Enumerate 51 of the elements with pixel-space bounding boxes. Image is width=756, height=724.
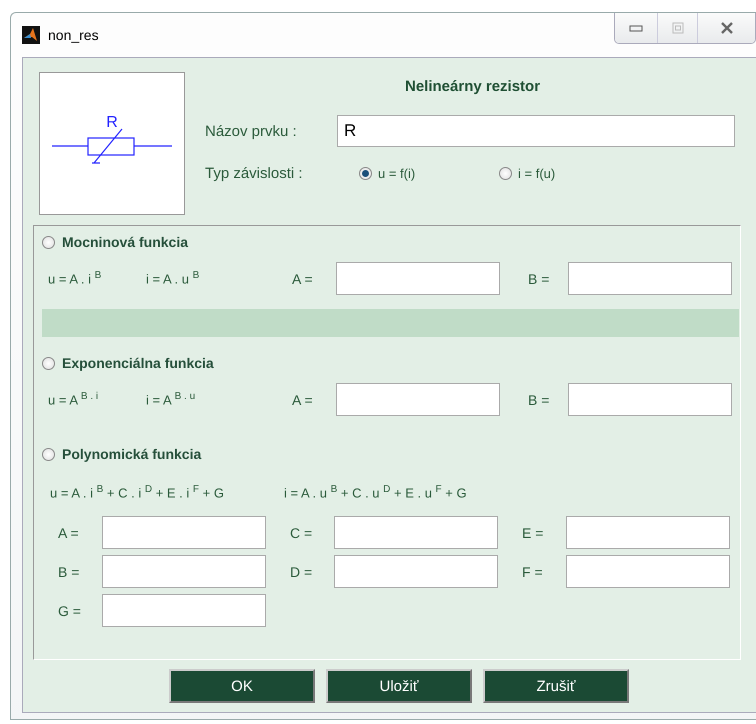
parameter-label: B = [57,564,80,580]
minimize-button[interactable] [615,13,657,43]
parameter-label: B = [528,392,550,408]
function-radio[interactable] [42,448,55,460]
dialog-button[interactable]: Zrušiť [483,669,629,703]
name-label: Názov prvku : [205,122,298,140]
parameter-field[interactable] [102,516,266,550]
formula: i = A $^{B . u}$ [146,391,196,408]
parameter-label: C = [289,524,314,541]
parameter-label: A = [57,524,80,541]
function-radio[interactable] [42,236,55,248]
minimize-icon [629,24,643,32]
app-icon [22,26,40,44]
dependency-radio[interactable]: i = f(u) [499,166,639,181]
parameter-field[interactable] [566,555,730,588]
function-radio[interactable] [42,356,55,370]
dialog-button[interactable]: OK [169,669,315,703]
parameter-label: B = [528,270,550,286]
parameter-field[interactable] [102,555,266,588]
resistor-diagram: R [39,72,185,215]
parameter-label: D = [289,564,314,580]
parameter-field[interactable] [334,516,498,550]
parameter-label: F = [521,564,544,580]
formula: u = A . i $^{B}$ [47,270,102,287]
parameter-label: A = [292,270,314,286]
function-title: Polynomická funkcia [62,446,202,462]
close-icon [718,22,734,34]
parameter-label: A = [292,392,314,408]
formula: i = A . u $^{B}$ + C . u $^{D}$ + E . u $^{F}$ + G [284,484,467,500]
parameter-field[interactable] [568,383,732,416]
formula: u = A . i $^{B}$ + C . i $^{D}$ + E . i $^{F}$ + G [50,484,224,500]
parameter-field[interactable] [568,262,732,295]
window-title: non_res [48,27,99,43]
formula: i = A . u $^{B}$ [146,270,200,287]
function-title: Mocninová funkcia [62,234,188,250]
dependency-radio[interactable]: u = f(i) [359,166,499,181]
formula: u = A $^{B . i}$ [47,391,100,408]
dependency-label: Typ závislosti : [205,165,304,182]
dialog-heading: Nelineárny rezistor [405,78,540,95]
parameter-label: G = [57,602,82,619]
close-button[interactable] [697,13,755,43]
maximize-icon [672,22,684,34]
dialog-button[interactable]: Uložiť [326,669,472,703]
parameter-label: E = [521,524,544,541]
parameter-field[interactable] [336,383,500,416]
function-title: Exponenciálna funkcia [62,355,214,371]
parameter-field[interactable] [334,555,498,588]
parameter-field[interactable] [336,262,500,295]
parameter-field[interactable] [566,516,730,550]
parameter-field[interactable] [102,594,266,628]
name-field[interactable]: R [337,115,735,147]
